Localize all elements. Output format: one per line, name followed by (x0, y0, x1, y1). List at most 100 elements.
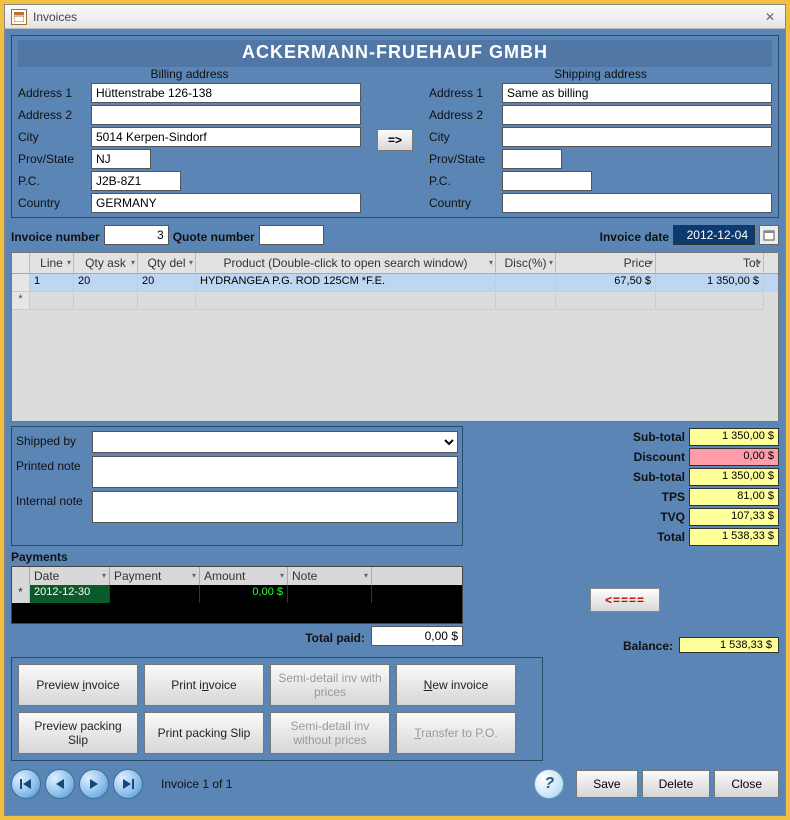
preview-packing-slip-button[interactable]: Preview packing Slip (18, 712, 138, 754)
action-button-grid: Preview invoice Print invoice Semi-detai… (11, 657, 543, 761)
print-invoice-button[interactable]: Print invoice (144, 664, 264, 706)
col-tot: Tot▾ (656, 253, 764, 273)
shipping-country-label: Country (429, 193, 499, 213)
preview-invoice-button[interactable]: Preview invoice (18, 664, 138, 706)
pay-col-payment: Payment▾ (110, 567, 200, 585)
billing-prov-label: Prov/State (18, 149, 88, 169)
billing-pc-input[interactable] (91, 171, 181, 191)
shipping-prov-label: Prov/State (429, 149, 499, 169)
record-counter: Invoice 1 of 1 (161, 777, 232, 791)
new-row[interactable] (12, 292, 778, 310)
discount-label: Discount (471, 448, 685, 466)
billing-prov-input[interactable] (91, 149, 151, 169)
subtotal2-label: Sub-total (471, 468, 685, 486)
quote-number-label: Quote number (173, 227, 255, 244)
shipping-addr1-input[interactable] (502, 83, 772, 103)
transfer-to-po-button[interactable]: Transfer to P.O. (396, 712, 516, 754)
col-qty-ask: Qty ask▾ (74, 253, 138, 273)
shipped-by-select[interactable] (92, 431, 458, 453)
close-button[interactable]: Close (714, 770, 779, 798)
payments-label: Payments (11, 550, 463, 564)
footer-bar: Invoice 1 of 1 ? Save Delete Close (11, 765, 779, 799)
calendar-icon[interactable] (759, 225, 779, 245)
col-price: Price▾ (556, 253, 656, 273)
window-title: Invoices (33, 10, 761, 24)
billing-addr2-input[interactable] (91, 105, 361, 125)
invoice-meta-bar: Invoice number Quote number Invoice date (11, 222, 779, 248)
billing-address-block: Billing address Address 1 Address 2 City… (18, 67, 361, 213)
quote-number-input[interactable] (259, 225, 324, 245)
header-panel: ACKERMANN-FRUEHAUF GMBH Billing address … (11, 35, 779, 218)
payment-row[interactable]: * 2012-12-30 0,00 $ (12, 585, 462, 603)
shipping-city-label: City (429, 127, 499, 147)
recalc-arrow-button[interactable]: <==== (590, 588, 660, 612)
notes-panel: Shipped by Printed note Internal note (11, 426, 463, 546)
billing-city-label: City (18, 127, 88, 147)
shipping-title: Shipping address (429, 67, 772, 81)
tvq-label: TVQ (471, 508, 685, 526)
shipping-prov-input[interactable] (502, 149, 562, 169)
discount-value: 0,00 $ (689, 448, 779, 466)
payments-grid[interactable]: Date▾ Payment▾ Amount▾ Note▾ * 2012-12-3… (11, 566, 463, 624)
invoice-number-label: Invoice number (11, 227, 100, 244)
shipping-addr2-input[interactable] (502, 105, 772, 125)
totals-block: Sub-total 1 350,00 $ Discount 0,00 $ Sub… (471, 426, 779, 546)
pay-col-amount: Amount▾ (200, 567, 288, 585)
grid-header: Line▾ Qty ask▾ Qty del▾ Product (Double-… (12, 253, 778, 274)
invoice-number-input[interactable] (104, 225, 169, 245)
subtotal1-value: 1 350,00 $ (689, 428, 779, 446)
billing-addr1-input[interactable] (91, 83, 361, 103)
pay-col-note: Note▾ (288, 567, 372, 585)
printed-note-input[interactable] (92, 456, 458, 488)
help-button[interactable]: ? (534, 769, 564, 799)
close-icon[interactable]: ✕ (761, 10, 779, 24)
tvq-value: 107,33 $ (689, 508, 779, 526)
delete-button[interactable]: Delete (642, 770, 711, 798)
col-disc: Disc(%)▾ (496, 253, 556, 273)
col-product: Product (Double-click to open search win… (196, 253, 496, 273)
billing-title: Billing address (18, 67, 361, 81)
shipping-addr1-label: Address 1 (429, 83, 499, 103)
balance-label: Balance: (623, 636, 673, 653)
nav-last-button[interactable] (113, 769, 143, 799)
billing-addr1-label: Address 1 (18, 83, 88, 103)
billing-country-label: Country (18, 193, 88, 213)
billing-country-input[interactable] (91, 193, 361, 213)
nav-first-button[interactable] (11, 769, 41, 799)
semi-detail-with-prices-button[interactable]: Semi-detail inv with prices (270, 664, 390, 706)
line-items-grid[interactable]: Line▾ Qty ask▾ Qty del▾ Product (Double-… (11, 252, 779, 422)
billing-city-input[interactable] (91, 127, 361, 147)
billing-addr2-label: Address 2 (18, 105, 88, 125)
pay-col-date: Date▾ (30, 567, 110, 585)
semi-detail-without-prices-button[interactable]: Semi-detail inv without prices (270, 712, 390, 754)
new-invoice-button[interactable]: New invoice (396, 664, 516, 706)
internal-note-input[interactable] (92, 491, 458, 523)
shipping-address-block: Shipping address Address 1 Address 2 Cit… (429, 67, 772, 213)
balance-value: 1 538,33 $ (679, 637, 779, 653)
col-line: Line▾ (30, 253, 74, 273)
nav-next-button[interactable] (79, 769, 109, 799)
col-qty-del: Qty del▾ (138, 253, 196, 273)
tps-value: 81,00 $ (689, 488, 779, 506)
billing-pc-label: P.C. (18, 171, 88, 191)
tps-label: TPS (471, 488, 685, 506)
table-row[interactable]: 1 20 20 HYDRANGEA P.G. ROD 125CM *F.E. 6… (12, 274, 778, 292)
subtotal2-value: 1 350,00 $ (689, 468, 779, 486)
shipping-addr2-label: Address 2 (429, 105, 499, 125)
form-icon (11, 9, 27, 25)
shipping-pc-input[interactable] (502, 171, 592, 191)
shipping-city-input[interactable] (502, 127, 772, 147)
subtotal1-label: Sub-total (471, 428, 685, 446)
printed-note-label: Printed note (16, 456, 88, 488)
copy-to-shipping-button[interactable]: => (377, 129, 413, 151)
save-button[interactable]: Save (576, 770, 637, 798)
total-paid-input[interactable] (371, 626, 463, 646)
nav-prev-button[interactable] (45, 769, 75, 799)
shipping-pc-label: P.C. (429, 171, 499, 191)
total-value: 1 538,33 $ (689, 528, 779, 546)
invoices-window: Invoices ✕ ACKERMANN-FRUEHAUF GMBH Billi… (4, 4, 786, 816)
print-packing-slip-button[interactable]: Print packing Slip (144, 712, 264, 754)
shipping-country-input[interactable] (502, 193, 772, 213)
invoice-date-input[interactable] (673, 225, 755, 245)
internal-note-label: Internal note (16, 491, 88, 523)
